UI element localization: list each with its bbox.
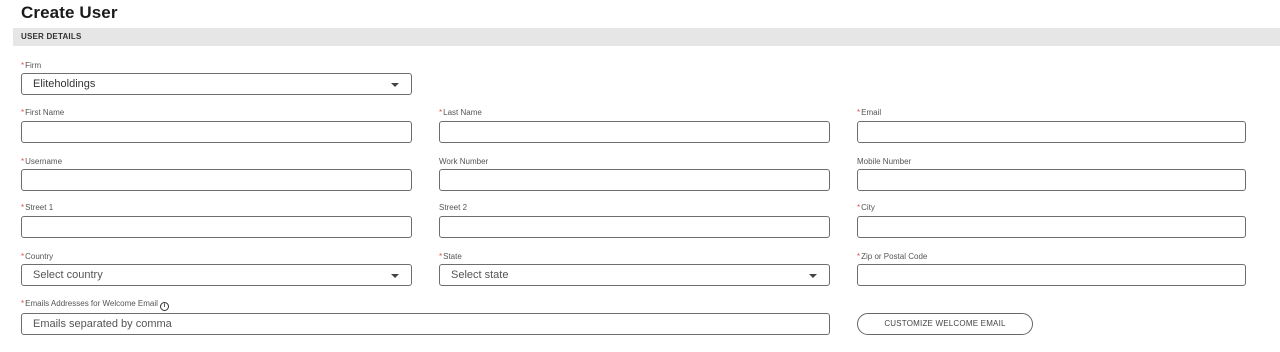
chevron-down-icon <box>391 274 399 278</box>
state-label: *State <box>439 252 462 261</box>
mobile-number-field: Mobile Number <box>857 157 1246 191</box>
zip-label: *Zip or Postal Code <box>857 252 928 261</box>
street2-field: Street 2 <box>439 203 830 238</box>
username-input[interactable] <box>21 169 412 191</box>
state-field: *State Select state <box>439 252 830 286</box>
state-select-placeholder: Select state <box>451 269 509 281</box>
firm-field: *Firm Eliteholdings <box>21 61 412 96</box>
email-input[interactable] <box>857 121 1246 143</box>
zip-input[interactable] <box>857 264 1246 286</box>
username-label: *Username <box>21 157 63 166</box>
zip-field: *Zip or Postal Code <box>857 252 1246 286</box>
firm-label: *Firm <box>21 61 42 70</box>
welcome-emails-field: *Emails Addresses for Welcome Email i Ema… <box>21 299 830 335</box>
section-title: USER DETAILS <box>21 32 82 41</box>
email-label: *Email <box>857 108 882 117</box>
street2-input[interactable] <box>439 216 830 238</box>
country-field: *Country Select country <box>21 252 412 286</box>
city-input[interactable] <box>857 216 1246 238</box>
country-select-placeholder: Select country <box>33 269 103 281</box>
country-select[interactable]: Select country <box>21 264 412 286</box>
section-header: USER DETAILS <box>13 28 1280 46</box>
welcome-emails-label: *Emails Addresses for Welcome Email i <box>21 299 169 311</box>
required-marker: * <box>21 61 25 70</box>
state-select[interactable]: Select state <box>439 264 830 286</box>
city-label: *City <box>857 203 875 212</box>
last-name-input[interactable] <box>439 121 830 143</box>
last-name-label: *Last Name <box>439 108 482 117</box>
work-number-label: Work Number <box>439 157 489 166</box>
city-field: *City <box>857 203 1246 238</box>
mobile-number-input[interactable] <box>857 169 1246 191</box>
street1-field: *Street 1 <box>21 203 412 238</box>
first-name-input[interactable] <box>21 121 412 143</box>
chevron-down-icon <box>809 274 817 278</box>
first-name-label: *First Name <box>21 108 65 117</box>
work-number-input[interactable] <box>439 169 830 191</box>
street1-label: *Street 1 <box>21 203 54 212</box>
last-name-field: *Last Name <box>439 108 830 143</box>
info-icon[interactable]: i <box>159 302 169 311</box>
street2-label: Street 2 <box>439 203 468 212</box>
customize-welcome-email-button[interactable]: CUSTOMIZE WELCOME EMAIL <box>857 313 1033 335</box>
email-field: *Email <box>857 108 1246 143</box>
welcome-emails-placeholder: Emails separated by comma <box>33 318 172 330</box>
work-number-field: Work Number <box>439 157 830 191</box>
country-label: *Country <box>21 252 54 261</box>
chevron-down-icon <box>391 83 399 87</box>
first-name-field: *First Name <box>21 108 412 143</box>
username-field: *Username <box>21 157 412 191</box>
page-title: Create User <box>21 3 118 22</box>
mobile-number-label: Mobile Number <box>857 157 912 166</box>
firm-select-value: Eliteholdings <box>33 78 96 90</box>
welcome-emails-input[interactable]: Emails separated by comma <box>21 313 830 335</box>
firm-select[interactable]: Eliteholdings <box>21 73 412 95</box>
street1-input[interactable] <box>21 216 412 238</box>
